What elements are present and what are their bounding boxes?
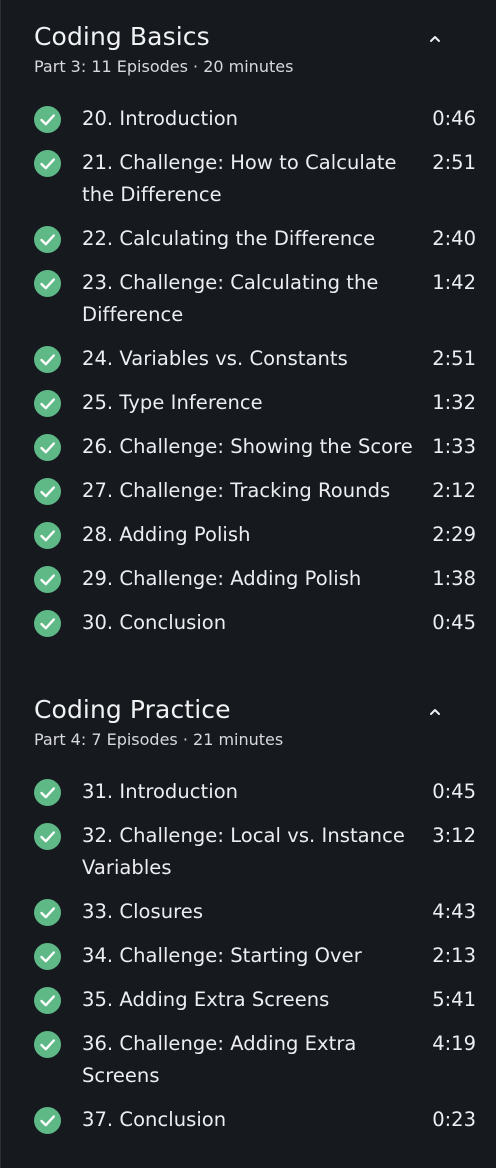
episode-title: 33. Closures bbox=[82, 900, 204, 923]
section-divider-space bbox=[1, 645, 496, 673]
episode-row[interactable]: 31. Introduction 0:45 bbox=[34, 770, 476, 814]
episode-duration: 0:23 bbox=[432, 1108, 476, 1131]
episode-row[interactable]: 27. Challenge: Tracking Rounds 2:12 bbox=[34, 469, 476, 513]
completed-check-icon bbox=[34, 522, 61, 549]
episode-duration: 0:45 bbox=[432, 611, 476, 634]
episode-row[interactable]: 20. Introduction 0:46 bbox=[34, 97, 476, 141]
episode-row[interactable]: 33. Closures 4:43 bbox=[34, 890, 476, 934]
completed-check-icon bbox=[34, 106, 61, 133]
completed-check-icon bbox=[34, 566, 61, 593]
episode-row[interactable]: 32. Challenge: Local vs. Instance Variab… bbox=[34, 814, 476, 890]
section-coding-basics: Coding Basics Part 3: 11 Episodes · 20 m… bbox=[1, 0, 496, 645]
episode-row[interactable]: 24. Variables vs. Constants 2:51 bbox=[34, 337, 476, 381]
completed-check-icon bbox=[34, 987, 61, 1014]
episode-title: 24. Variables vs. Constants bbox=[82, 347, 348, 370]
section-header[interactable]: Coding Basics Part 3: 11 Episodes · 20 m… bbox=[34, 0, 476, 83]
episode-duration: 2:12 bbox=[432, 479, 476, 502]
completed-check-icon bbox=[34, 346, 61, 373]
episode-duration: 2:13 bbox=[432, 944, 476, 967]
episode-row[interactable]: 21. Challenge: How to Calculate the Diff… bbox=[34, 141, 476, 217]
completed-check-icon bbox=[34, 899, 61, 926]
completed-check-icon bbox=[34, 478, 61, 505]
episode-duration: 0:45 bbox=[432, 780, 476, 803]
episode-duration: 4:19 bbox=[432, 1032, 476, 1055]
episode-duration: 2:40 bbox=[432, 227, 476, 250]
chevron-up-icon bbox=[430, 709, 440, 715]
completed-check-icon bbox=[34, 434, 61, 461]
collapse-toggle-button[interactable] bbox=[424, 701, 446, 723]
episode-row[interactable]: 37. Conclusion 0:23 bbox=[34, 1098, 476, 1142]
completed-check-icon bbox=[34, 150, 61, 177]
episode-title: 23. Challenge: Calculating the Differenc… bbox=[82, 271, 379, 326]
collapse-toggle-button[interactable] bbox=[424, 28, 446, 50]
episode-title: 20. Introduction bbox=[82, 107, 239, 130]
chevron-up-icon bbox=[430, 36, 440, 42]
section-title: Coding Basics bbox=[34, 22, 210, 51]
episode-duration: 4:43 bbox=[432, 900, 476, 923]
episode-row[interactable]: 36. Challenge: Adding Extra Screens 4:19 bbox=[34, 1022, 476, 1098]
section-meta: Part 3: 11 Episodes · 20 minutes bbox=[34, 57, 294, 76]
episode-title: 31. Introduction bbox=[82, 780, 239, 803]
episode-row[interactable]: 34. Challenge: Starting Over 2:13 bbox=[34, 934, 476, 978]
episode-title: 29. Challenge: Adding Polish bbox=[82, 567, 362, 590]
section-meta: Part 4: 7 Episodes · 21 minutes bbox=[34, 730, 284, 749]
completed-check-icon bbox=[34, 1107, 61, 1134]
completed-check-icon bbox=[34, 270, 61, 297]
episode-title: 27. Challenge: Tracking Rounds bbox=[82, 479, 391, 502]
completed-check-icon bbox=[34, 1031, 61, 1058]
episode-title: 30. Conclusion bbox=[82, 611, 227, 634]
episode-title: 21. Challenge: How to Calculate the Diff… bbox=[82, 151, 397, 206]
episode-duration: 1:32 bbox=[432, 391, 476, 414]
episode-duration: 5:41 bbox=[432, 988, 476, 1011]
episode-duration: 2:51 bbox=[432, 347, 476, 370]
episode-row[interactable]: 26. Challenge: Showing the Score 1:33 bbox=[34, 425, 476, 469]
completed-check-icon bbox=[34, 823, 61, 850]
section-header[interactable]: Coding Practice Part 4: 7 Episodes · 21 … bbox=[34, 673, 476, 756]
episode-row[interactable]: 35. Adding Extra Screens 5:41 bbox=[34, 978, 476, 1022]
episode-list-panel: Coding Basics Part 3: 11 Episodes · 20 m… bbox=[0, 0, 496, 1168]
episode-duration: 1:38 bbox=[432, 567, 476, 590]
episode-duration: 3:12 bbox=[432, 824, 476, 847]
episode-title: 22. Calculating the Difference bbox=[82, 227, 376, 250]
episode-row[interactable]: 28. Adding Polish 2:29 bbox=[34, 513, 476, 557]
episode-duration: 2:51 bbox=[432, 151, 476, 174]
episode-title: 36. Challenge: Adding Extra Screens bbox=[82, 1032, 357, 1087]
episode-row[interactable]: 23. Challenge: Calculating the Differenc… bbox=[34, 261, 476, 337]
episode-list: 31. Introduction 0:45 32. Challenge: Local… bbox=[34, 770, 476, 1142]
episode-title: 32. Challenge: Local vs. Instance Variab… bbox=[82, 824, 405, 879]
episode-row[interactable]: 25. Type Inference 1:32 bbox=[34, 381, 476, 425]
episode-title: 37. Conclusion bbox=[82, 1108, 227, 1131]
episode-duration: 2:29 bbox=[432, 523, 476, 546]
completed-check-icon bbox=[34, 943, 61, 970]
episode-duration: 1:42 bbox=[432, 271, 476, 294]
completed-check-icon bbox=[34, 390, 61, 417]
episode-row[interactable]: 29. Challenge: Adding Polish 1:38 bbox=[34, 557, 476, 601]
completed-check-icon bbox=[34, 610, 61, 637]
section-coding-practice: Coding Practice Part 4: 7 Episodes · 21 … bbox=[1, 673, 496, 1142]
episode-row[interactable]: 30. Conclusion 0:45 bbox=[34, 601, 476, 645]
episode-duration: 1:33 bbox=[432, 435, 476, 458]
episode-title: 34. Challenge: Starting Over bbox=[82, 944, 362, 967]
episode-title: 28. Adding Polish bbox=[82, 523, 251, 546]
episode-title: 35. Adding Extra Screens bbox=[82, 988, 330, 1011]
section-title: Coding Practice bbox=[34, 695, 231, 724]
episode-title: 25. Type Inference bbox=[82, 391, 263, 414]
completed-check-icon bbox=[34, 779, 61, 806]
episode-list: 20. Introduction 0:46 21. Challenge: How t… bbox=[34, 97, 476, 645]
episode-title: 26. Challenge: Showing the Score bbox=[82, 435, 413, 458]
episode-duration: 0:46 bbox=[432, 107, 476, 130]
completed-check-icon bbox=[34, 226, 61, 253]
episode-row[interactable]: 22. Calculating the Difference 2:40 bbox=[34, 217, 476, 261]
